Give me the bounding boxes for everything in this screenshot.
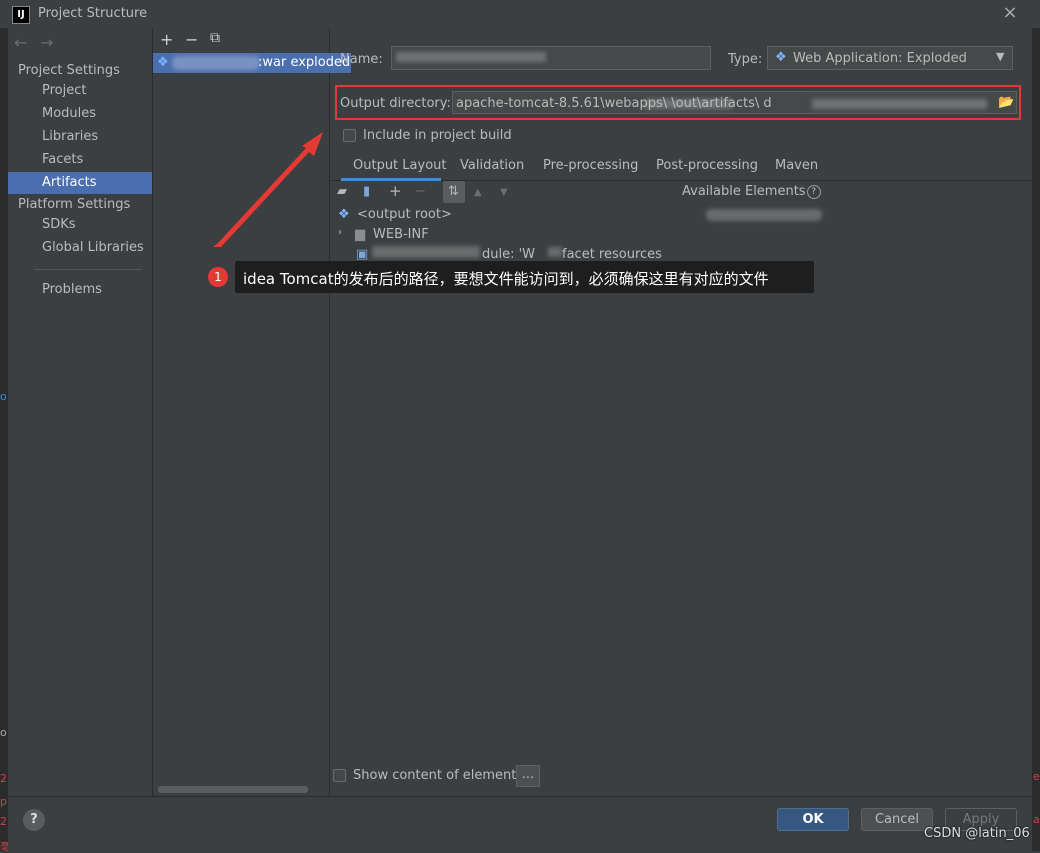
annotation-number: 1 (208, 267, 228, 287)
annotation-arrow (213, 132, 323, 247)
annotation-text: idea Tomcat的发布后的路径，要想文件能访问到，必须确保这里有对应的文件 (243, 270, 769, 288)
arrow-shaft (213, 132, 323, 247)
